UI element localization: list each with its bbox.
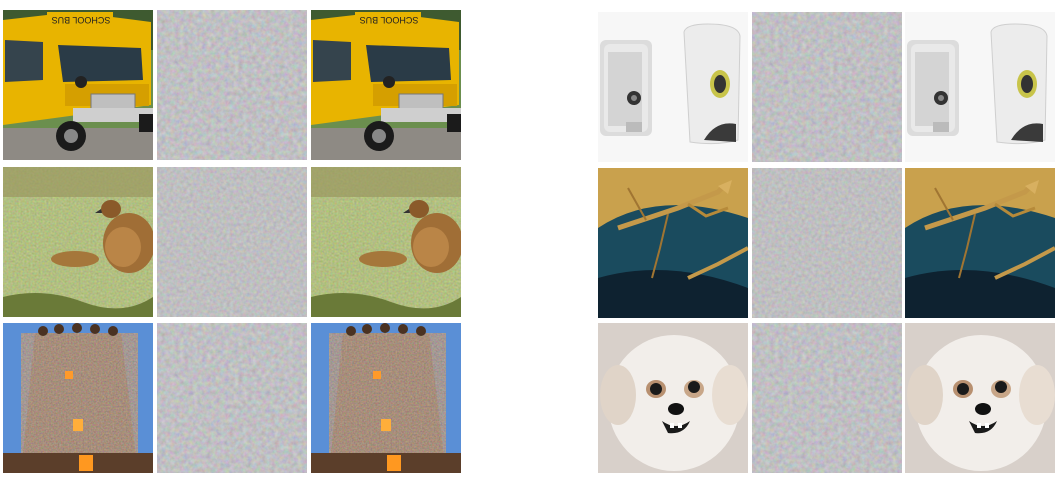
bird-original xyxy=(3,167,153,317)
bird-adversarial xyxy=(311,167,461,317)
temple-adversarial xyxy=(311,323,461,473)
bird-perturbation xyxy=(157,167,307,317)
temple-original xyxy=(3,323,153,473)
mantis-perturbation xyxy=(752,168,902,318)
dog-original xyxy=(598,323,748,473)
dispenser-original xyxy=(598,12,748,162)
school-bus-original xyxy=(3,10,153,160)
mantis-original xyxy=(598,168,748,318)
dispenser-perturbation xyxy=(752,12,902,162)
temple-perturbation xyxy=(157,323,307,473)
dispenser-adversarial xyxy=(905,12,1055,162)
school-bus-perturbation xyxy=(157,10,307,160)
school-bus-adversarial xyxy=(311,10,461,160)
dog-adversarial xyxy=(905,323,1055,473)
dog-perturbation xyxy=(752,323,902,473)
mantis-adversarial xyxy=(905,168,1055,318)
